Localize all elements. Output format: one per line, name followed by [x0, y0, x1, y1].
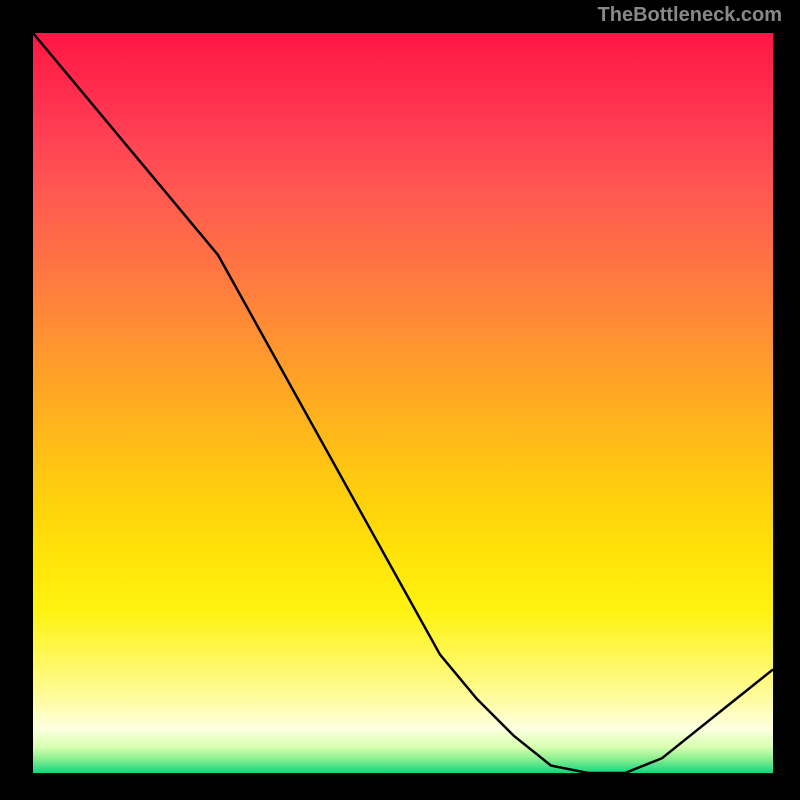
- bottleneck-curve: [33, 33, 773, 773]
- plot-area: [30, 30, 776, 776]
- attribution-text: TheBottleneck.com: [598, 4, 782, 27]
